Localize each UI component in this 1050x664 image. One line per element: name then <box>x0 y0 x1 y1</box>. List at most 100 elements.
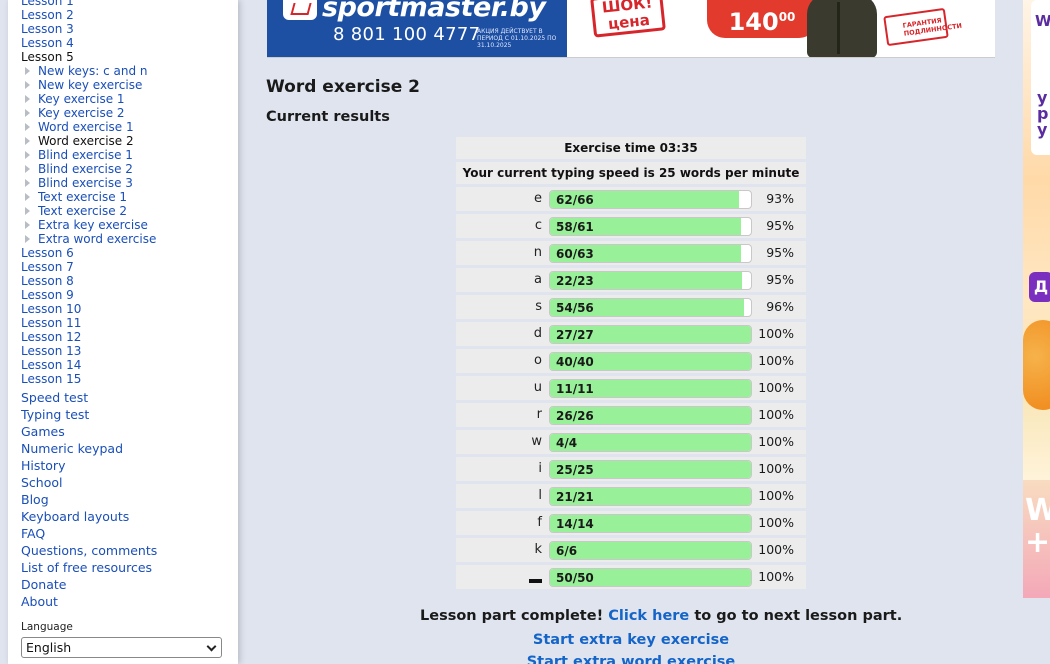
accuracy-bar: 25/25 <box>549 460 752 479</box>
sidebar-lesson-link[interactable]: Lesson 1 <box>21 0 236 8</box>
next-lesson-part-link[interactable]: Click here <box>608 608 689 624</box>
sidebar-lesson-link[interactable]: Lesson 14 <box>21 358 236 372</box>
sidebar-subitem-label: Key exercise 2 <box>38 106 125 120</box>
accuracy-bar: 21/21 <box>549 487 752 506</box>
triangle-right-icon <box>25 165 30 173</box>
banner-price-cents: 00 <box>778 10 796 24</box>
result-row: k 6/6 100% <box>456 538 806 562</box>
side-ad[interactable]: W у р у Д W +3 <box>1023 0 1050 598</box>
result-percent: 100% <box>758 407 794 422</box>
sidebar-subitem[interactable]: Extra word exercise <box>21 232 236 246</box>
side-ad-ball-image <box>1023 320 1050 410</box>
sidebar-subitem-label: Text exercise 1 <box>38 190 128 204</box>
sidebar-lesson-link[interactable]: Lesson 4 <box>21 36 236 50</box>
sidebar-subitem: Word exercise 2 <box>21 134 236 148</box>
sidebar-lesson-link[interactable]: Lesson 11 <box>21 316 236 330</box>
sidebar-main-link[interactable]: Numeric keypad <box>21 440 236 457</box>
triangle-right-icon <box>25 207 30 215</box>
result-key: d <box>533 326 542 341</box>
sidebar-main-link[interactable]: Typing test <box>21 406 236 423</box>
start-extra-word-exercise-link[interactable]: Start extra word exercise <box>527 654 736 664</box>
sidebar-current-lesson: Lesson 5 <box>21 50 74 64</box>
banner-phone: 8 801 100 4777 <box>333 24 481 45</box>
result-percent: 100% <box>758 569 794 584</box>
triangle-right-icon <box>25 151 30 159</box>
sidebar-main-link[interactable]: History <box>21 457 236 474</box>
result-row: w 4/4 100% <box>456 430 806 454</box>
start-extra-key-exercise-link[interactable]: Start extra key exercise <box>533 632 729 648</box>
result-count: 22/23 <box>556 274 594 288</box>
sidebar-subitem[interactable]: New keys: c and n <box>21 64 236 78</box>
sidebar-main-link[interactable]: List of free resources <box>21 559 236 576</box>
result-row: r 26/26 100% <box>456 403 806 427</box>
result-row: s 54/56 96% <box>456 295 806 319</box>
sidebar-subitem-label: Blind exercise 2 <box>38 162 133 176</box>
triangle-right-icon <box>25 137 30 145</box>
results-rows: e 62/66 93% c 58/61 95% n 60/63 95% a 22/23 95% s 54/… <box>456 187 806 589</box>
sidebar-subitem-label: Blind exercise 3 <box>38 176 133 190</box>
sidebar-lesson-link[interactable]: Lesson 7 <box>21 260 236 274</box>
accuracy-bar-fill <box>550 542 751 559</box>
sidebar-subitem-label: Key exercise 1 <box>38 92 125 106</box>
result-percent: 100% <box>758 434 794 449</box>
result-count: 40/40 <box>556 355 594 369</box>
sidebar-lesson-link[interactable]: Lesson 2 <box>21 8 236 22</box>
banner-price-main: 140 <box>728 8 779 36</box>
result-percent: 96% <box>766 299 794 314</box>
banner-guarantee-badge: ГАРАНТИЯ ПОДЛИННОСТИ <box>883 7 962 47</box>
result-key: r <box>536 407 542 422</box>
result-count: 58/61 <box>556 220 594 234</box>
sidebar-subitem[interactable]: Blind exercise 2 <box>21 162 236 176</box>
side-ad-lines: у р у <box>1037 88 1049 139</box>
accuracy-bar: 26/26 <box>549 406 752 425</box>
result-key: i <box>538 461 542 476</box>
sidebar-lesson-link[interactable]: Lesson 8 <box>21 274 236 288</box>
sidebar-main-link[interactable]: Questions, comments <box>21 542 236 559</box>
side-ad-button[interactable]: Д <box>1029 272 1050 302</box>
sidebar-subitem[interactable]: Text exercise 1 <box>21 190 236 204</box>
sidebar-subitem[interactable]: Extra key exercise <box>21 218 236 232</box>
sidebar-main-link[interactable]: Donate <box>21 576 236 593</box>
sidebar-lesson-link[interactable]: Lesson 10 <box>21 302 236 316</box>
sidebar-subitem[interactable]: Blind exercise 1 <box>21 148 236 162</box>
result-row: i 25/25 100% <box>456 457 806 481</box>
sidebar-lesson-link[interactable]: Lesson 12 <box>21 330 236 344</box>
spacebar-glyph <box>529 579 542 583</box>
sidebar-main-link[interactable]: Games <box>21 423 236 440</box>
result-key: o <box>534 353 542 368</box>
result-percent: 100% <box>758 353 794 368</box>
banner-ad[interactable]: sportmaster.by 8 801 100 4777 АКЦИЯ ДЕЙС… <box>267 0 995 58</box>
result-row: 50/50 100% <box>456 565 806 589</box>
sidebar-lesson-link[interactable]: Lesson 15 <box>21 372 236 386</box>
language-select[interactable]: English <box>21 637 222 658</box>
sidebar-main-link[interactable]: Blog <box>21 491 236 508</box>
sidebar-main-link[interactable]: Keyboard layouts <box>21 508 236 525</box>
sportmaster-logo-icon <box>283 0 317 20</box>
language-select-value: English <box>26 640 72 655</box>
page-title: Word exercise 2 <box>266 77 421 97</box>
sidebar-subitem[interactable]: New key exercise <box>21 78 236 92</box>
sidebar-subitem[interactable]: Blind exercise 3 <box>21 176 236 190</box>
sidebar-lesson-link[interactable]: Lesson 13 <box>21 344 236 358</box>
side-ad-big-text: W +3 <box>1025 493 1050 560</box>
sidebar-lesson-link[interactable]: Lesson 9 <box>21 288 236 302</box>
results-table: Exercise time 03:35 Your current typing … <box>456 137 806 592</box>
sidebar-subitem[interactable]: Key exercise 2 <box>21 106 236 120</box>
extra-key-exercise-row: Start extra key exercise <box>456 632 806 648</box>
sidebar-subitem-label: Extra word exercise <box>38 232 157 246</box>
result-percent: 100% <box>758 380 794 395</box>
sidebar-subitem[interactable]: Key exercise 1 <box>21 92 236 106</box>
sidebar-main-link[interactable]: Speed test <box>21 389 236 406</box>
accuracy-bar: 11/11 <box>549 379 752 398</box>
result-count: 60/63 <box>556 247 594 261</box>
sidebar-lesson-link[interactable]: Lesson 6 <box>21 246 236 260</box>
sidebar-subitem[interactable]: Word exercise 1 <box>21 120 236 134</box>
sidebar-lesson-link[interactable]: Lesson 3 <box>21 22 236 36</box>
sidebar-main-link[interactable]: About <box>21 593 236 610</box>
sidebar-main-link[interactable]: School <box>21 474 236 491</box>
result-count: 26/26 <box>556 409 594 423</box>
triangle-right-icon <box>25 95 30 103</box>
accuracy-bar: 54/56 <box>549 298 752 317</box>
sidebar-subitem[interactable]: Text exercise 2 <box>21 204 236 218</box>
sidebar-main-link[interactable]: FAQ <box>21 525 236 542</box>
